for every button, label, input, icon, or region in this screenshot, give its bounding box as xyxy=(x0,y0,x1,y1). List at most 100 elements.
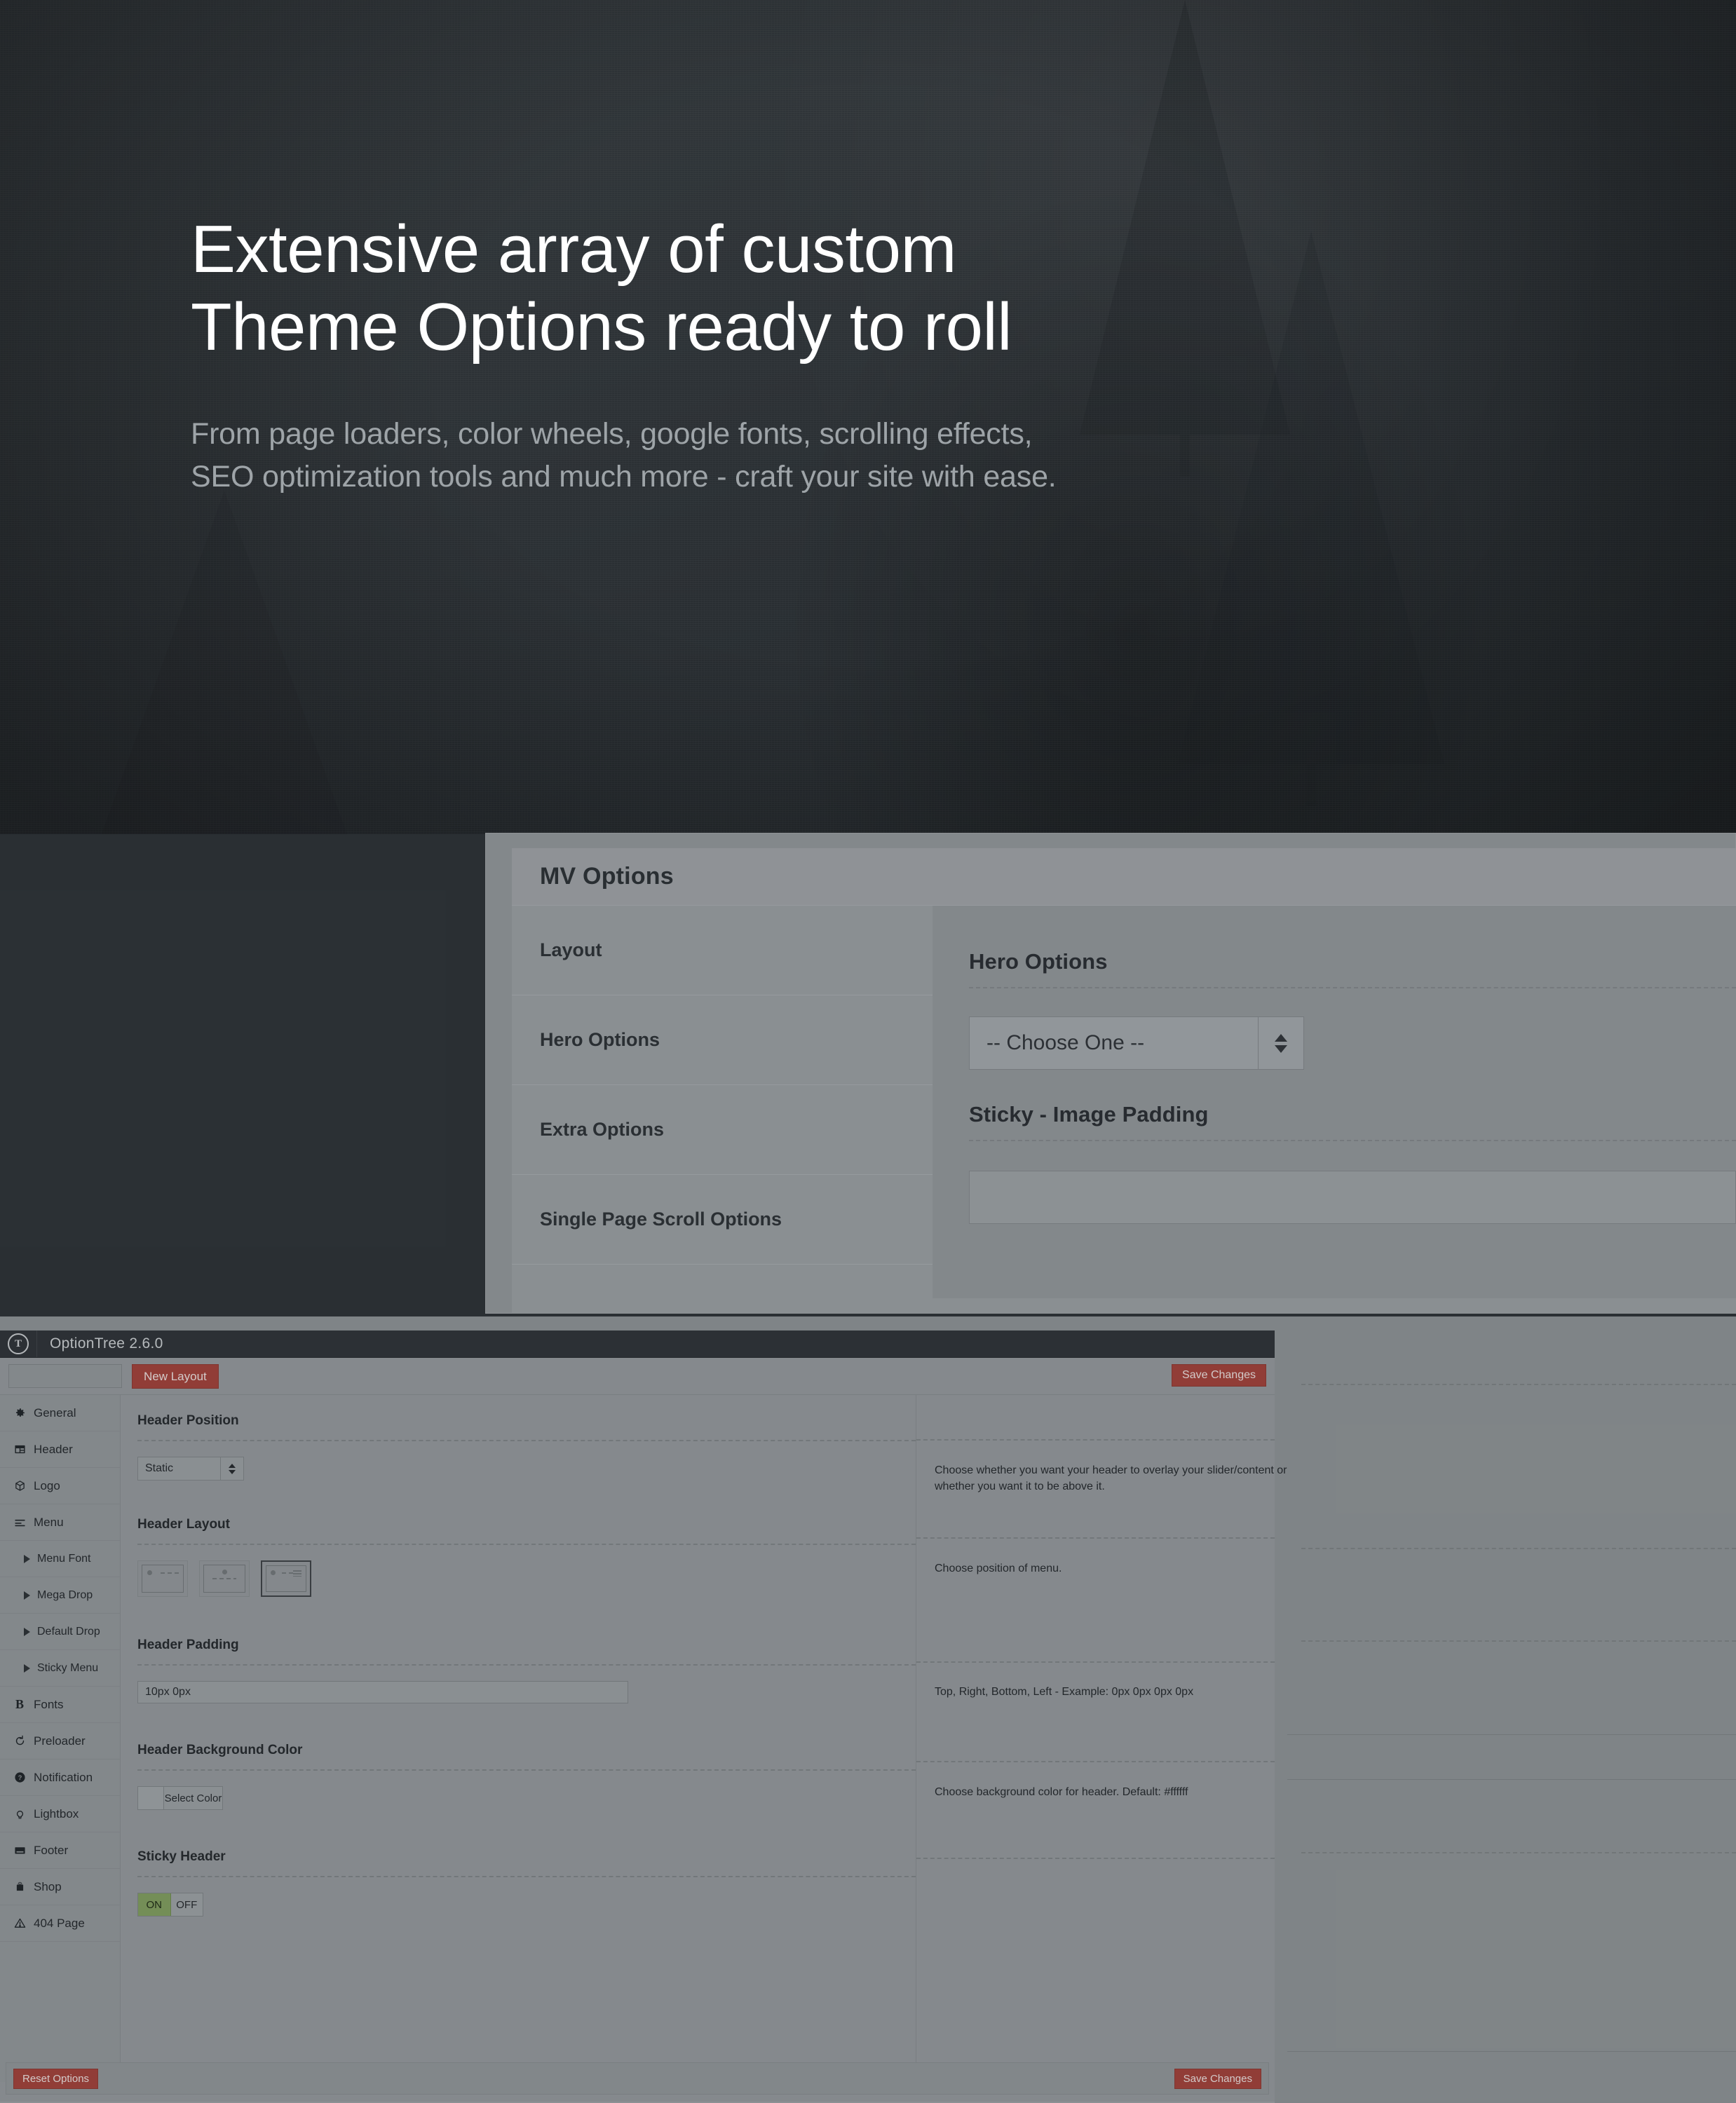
layout-icon xyxy=(13,1443,27,1455)
mv-section-divider xyxy=(969,1140,1736,1141)
header-position-select-value: Static xyxy=(145,1462,174,1474)
menu-lines-icon xyxy=(13,1516,27,1528)
field-header-position: Header Position Static xyxy=(121,1395,916,1481)
mv-nav-item-hero-options[interactable]: Hero Options xyxy=(512,995,933,1085)
select-stepper-icon xyxy=(220,1457,243,1480)
cube-icon xyxy=(13,1480,27,1492)
reset-options-button[interactable]: Reset Options xyxy=(13,2068,99,2089)
hero-text-block: Extensive array of custom Theme Options … xyxy=(191,210,1453,499)
sidebar-item-notification[interactable]: ? Notification xyxy=(0,1760,120,1796)
toggle-off-option[interactable]: OFF xyxy=(170,1893,203,1916)
field-control: Static xyxy=(137,1441,916,1481)
mv-nav-item-layout[interactable]: Layout xyxy=(512,906,933,995)
sidebar-item-default-drop[interactable]: Default Drop xyxy=(0,1614,120,1650)
sidebar-item-sticky-menu[interactable]: Sticky Menu xyxy=(0,1650,120,1687)
optiontree-description-column: Choose whether you want your header to o… xyxy=(916,1395,1287,2082)
mv-section-title-sticky-image-padding: Sticky - Image Padding xyxy=(969,1102,1209,1127)
field-header-padding: Header Padding 10px 0px xyxy=(121,1597,916,1703)
sidebar-item-label: Mega Drop xyxy=(37,1588,93,1601)
field-control xyxy=(137,1545,916,1597)
mv-sticky-image-padding-input[interactable] xyxy=(969,1171,1736,1224)
new-layout-button[interactable]: New Layout xyxy=(132,1363,219,1389)
lightbulb-icon xyxy=(13,1808,27,1820)
sidebar-item-logo[interactable]: Logo xyxy=(0,1468,120,1504)
header-background-color-picker[interactable]: Select Color xyxy=(137,1786,223,1810)
layout-name-input[interactable] xyxy=(8,1364,122,1388)
optiontree-window-title: OptionTree 2.6.0 xyxy=(50,1335,163,1352)
optiontree-window: T OptionTree 2.6.0 New Layout Save Chang… xyxy=(0,1330,1287,2103)
header-position-select[interactable]: Static xyxy=(137,1457,244,1481)
sidebar-item-mega-drop[interactable]: Mega Drop xyxy=(0,1577,120,1614)
field-header-background-color: Header Background Color Select Color xyxy=(121,1703,916,1810)
save-changes-button-top[interactable]: Save Changes xyxy=(1172,1364,1266,1387)
mv-options-panel: MV Options Layout Hero Options Extra Opt… xyxy=(485,833,1736,1314)
hero-title-line-2: Theme Options ready to roll xyxy=(191,290,1012,365)
optiontree-content: Header Position Static Header Layout Hea… xyxy=(121,1395,1287,2082)
mv-options-body: Layout Hero Options Extra Options Single… xyxy=(512,906,1736,1298)
mv-options-header: MV Options xyxy=(512,848,1736,906)
header-layout-thumbs xyxy=(137,1560,916,1597)
sidebar-item-404-page[interactable]: 404 Page xyxy=(0,1905,120,1942)
mv-nav-item-single-page-scroll-options[interactable]: Single Page Scroll Options xyxy=(512,1175,933,1265)
description-header-layout: Choose position of menu. xyxy=(935,1563,1062,1574)
sidebar-item-shop[interactable]: Shop xyxy=(0,1869,120,1905)
caret-right-icon xyxy=(24,1663,30,1673)
optiontree-main: General Header Logo Menu Menu Font Mega … xyxy=(0,1394,1287,2082)
header-layout-option-logo-left-menu-right[interactable] xyxy=(137,1560,188,1597)
header-layout-option-logo-center-menu-below[interactable] xyxy=(199,1560,250,1597)
sidebar-item-label: Shop xyxy=(34,1879,62,1893)
sidebar-item-menu-font[interactable]: Menu Font xyxy=(0,1541,120,1577)
optiontree-field-column: Header Position Static Header Layout Hea… xyxy=(121,1395,916,2082)
sidebar-item-label: Lightbox xyxy=(34,1806,79,1820)
sidebar-item-label: Default Drop xyxy=(37,1625,100,1638)
select-color-label: Select Color xyxy=(164,1792,222,1804)
mv-nav-label: Hero Options xyxy=(540,1029,660,1050)
caret-right-icon xyxy=(24,1591,30,1600)
bag-icon xyxy=(13,1881,27,1893)
sidebar-item-lightbox[interactable]: Lightbox xyxy=(0,1796,120,1832)
field-title: Header Background Color xyxy=(137,1743,303,1757)
mv-options-content: Hero Options -- Choose One -- Sticky - I… xyxy=(933,906,1736,1298)
svg-text:?: ? xyxy=(18,1774,22,1781)
sidebar-item-general[interactable]: General xyxy=(0,1395,120,1431)
field-sticky-header: Sticky Header ON OFF xyxy=(121,1810,916,1917)
description-header-background-color: Choose background color for header. Defa… xyxy=(935,1786,1188,1798)
sticky-header-toggle[interactable]: ON OFF xyxy=(137,1893,203,1917)
toggle-on-option[interactable]: ON xyxy=(138,1893,171,1916)
color-swatch xyxy=(138,1787,164,1809)
select-stepper-icon xyxy=(1258,1017,1303,1069)
field-control: 10px 0px xyxy=(137,1666,916,1703)
field-control: Select Color xyxy=(137,1771,916,1810)
sidebar-item-label: Fonts xyxy=(34,1697,64,1711)
footer-bar-icon xyxy=(13,1844,27,1856)
optiontree-footer: Reset Options Save Changes xyxy=(6,2062,1269,2095)
sidebar-item-header[interactable]: Header xyxy=(0,1431,120,1468)
sidebar-item-label: Header xyxy=(34,1442,73,1456)
sidebar-item-label: Logo xyxy=(34,1478,60,1492)
sidebar-item-label: Notification xyxy=(34,1770,93,1784)
description-header-position: Choose whether you want your header to o… xyxy=(935,1464,1287,1493)
mv-nav-item-extra-options[interactable]: Extra Options xyxy=(512,1085,933,1175)
optiontree-logo-glyph: T xyxy=(8,1333,29,1354)
description-header-padding: Top, Right, Bottom, Left - Example: 0px … xyxy=(935,1686,1194,1698)
sidebar-item-footer[interactable]: Footer xyxy=(0,1832,120,1869)
sidebar-item-menu[interactable]: Menu xyxy=(0,1504,120,1541)
caret-right-icon xyxy=(24,1554,30,1563)
field-title: Header Padding xyxy=(137,1638,239,1652)
sidebar-item-preloader[interactable]: Preloader xyxy=(0,1723,120,1760)
header-padding-input[interactable]: 10px 0px xyxy=(137,1681,628,1703)
sidebar-item-label: Menu xyxy=(34,1515,64,1529)
hero-title-line-1: Extensive array of custom xyxy=(191,212,956,287)
sidebar-item-label: Sticky Menu xyxy=(37,1661,99,1674)
header-layout-option-logo-left-menu-burger[interactable] xyxy=(261,1560,311,1597)
sidebar-item-label: General xyxy=(34,1406,76,1420)
field-control: ON OFF xyxy=(137,1877,916,1917)
gear-icon xyxy=(13,1407,27,1419)
warning-triangle-icon xyxy=(13,1917,27,1929)
sidebar-item-label: Menu Font xyxy=(37,1552,91,1565)
sidebar-item-fonts[interactable]: B Fonts xyxy=(0,1687,120,1723)
optiontree-titlebar: T OptionTree 2.6.0 xyxy=(0,1330,1275,1358)
save-changes-button-bottom[interactable]: Save Changes xyxy=(1174,2068,1261,2089)
mv-section-title-hero-options: Hero Options xyxy=(969,949,1108,974)
mv-hero-options-select[interactable]: -- Choose One -- xyxy=(969,1016,1304,1070)
